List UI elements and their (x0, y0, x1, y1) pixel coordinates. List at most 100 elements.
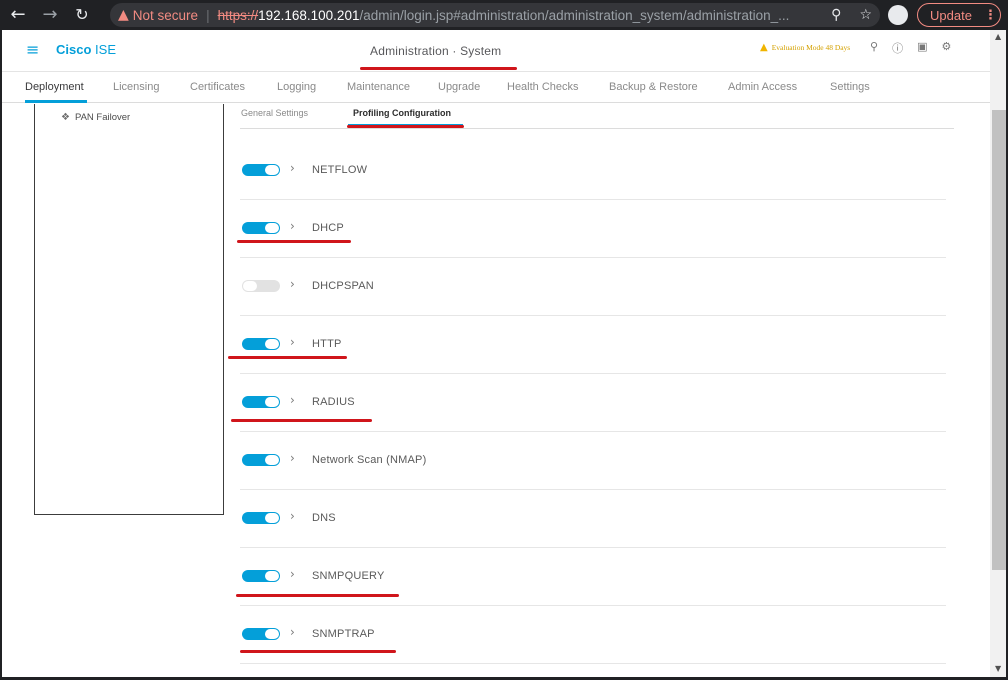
toggle-knob (265, 629, 279, 639)
chevron-right-icon[interactable]: › (290, 567, 295, 581)
probe-label: SNMPTRAP (312, 628, 375, 640)
probe-label: DHCPSPAN (312, 280, 374, 292)
dhcpspan-toggle[interactable] (242, 280, 280, 292)
tab-health-checks[interactable]: Health Checks (507, 81, 579, 93)
chevron-right-icon[interactable]: › (290, 219, 295, 233)
snmpquery-toggle[interactable] (242, 570, 280, 582)
url-scheme: https:// (217, 7, 259, 23)
main-tabs: Deployment Licensing Certificates Loggin… (0, 72, 990, 103)
search-icon[interactable]: ⚲ (870, 40, 878, 56)
chevron-right-icon[interactable]: › (290, 161, 295, 175)
nmap-toggle[interactable] (242, 454, 280, 466)
evaluation-badge[interactable]: ▲ Evaluation Mode 48 Days (760, 42, 850, 53)
subtab-profiling-configuration[interactable]: Profiling Configuration (353, 108, 451, 118)
zoom-icon[interactable]: ⚲ (831, 3, 841, 27)
tab-admin-access[interactable]: Admin Access (728, 81, 797, 93)
brand-cisco: Cisco (56, 42, 92, 57)
chevron-right-icon[interactable]: › (290, 625, 295, 639)
annotation-underline-snmptrap (240, 650, 396, 653)
chevron-right-icon[interactable]: › (290, 277, 295, 291)
brand-product: ISE (95, 42, 116, 57)
tab-logging[interactable]: Logging (277, 81, 316, 93)
help-icon[interactable]: ⓘ (892, 40, 903, 56)
failover-icon: ❖ (61, 112, 70, 123)
tab-deployment[interactable]: Deployment (25, 81, 84, 93)
probe-row-nmap: › Network Scan (NMAP) (240, 432, 946, 490)
brand-logo[interactable]: Cisco ISE (56, 42, 116, 57)
probe-label: DNS (312, 512, 336, 524)
chevron-right-icon[interactable]: › (290, 509, 295, 523)
radius-toggle[interactable] (242, 396, 280, 408)
probe-label: SNMPQUERY (312, 570, 385, 582)
probe-row-http: › HTTP (240, 316, 946, 374)
tab-backup-restore[interactable]: Backup & Restore (609, 81, 698, 93)
probe-row-dns: › DNS (240, 490, 946, 548)
subtab-general-settings[interactable]: General Settings (241, 108, 308, 118)
app-header: ≡ Cisco ISE Administration · System ▲ Ev… (0, 30, 990, 72)
browser-toolbar: ← → ↻ ▲ Not secure | https:// 192.168.10… (0, 0, 1008, 30)
url-host: 192.168.100.201 (258, 7, 360, 23)
dashboard-icon[interactable]: ▣ (917, 40, 927, 56)
window-border-left (0, 30, 2, 680)
probe-row-dhcpspan: › DHCPSPAN (240, 258, 946, 316)
toggle-knob (265, 571, 279, 581)
update-label: Update (930, 7, 972, 23)
tab-settings[interactable]: Settings (830, 81, 870, 93)
annotation-underline-title (360, 67, 517, 70)
probe-row-snmptrap: › SNMPTRAP (240, 606, 946, 664)
tab-upgrade[interactable]: Upgrade (438, 81, 480, 93)
http-toggle[interactable] (242, 338, 280, 350)
toggle-knob (265, 223, 279, 233)
netflow-toggle[interactable] (242, 164, 280, 176)
tree-item-label: PAN Failover (74, 112, 131, 123)
toggle-knob (243, 281, 257, 291)
tab-maintenance[interactable]: Maintenance (347, 81, 410, 93)
probe-label: NETFLOW (312, 164, 368, 176)
hamburger-menu-icon[interactable]: ≡ (26, 40, 39, 59)
back-arrow-icon[interactable]: ← (6, 0, 30, 30)
warning-icon: ▲ (118, 7, 129, 23)
tree-item-pan-failover[interactable]: ❖ PAN Failover (61, 112, 130, 123)
scroll-down-arrow-icon[interactable]: ▼ (995, 664, 1001, 673)
chevron-right-icon[interactable]: › (290, 335, 295, 349)
annotation-underline-http (228, 356, 347, 359)
probe-label: Network Scan (NMAP) (312, 454, 427, 466)
probe-label: RADIUS (312, 396, 355, 408)
address-bar[interactable]: ▲ Not secure | https:// 192.168.100.201 … (110, 3, 880, 27)
tab-licensing[interactable]: Licensing (113, 81, 159, 93)
annotation-underline-dhcp (237, 240, 351, 243)
page-title: Administration · System (370, 44, 502, 58)
scroll-up-arrow-icon[interactable]: ▲ (995, 32, 1001, 41)
annotation-underline-radius (231, 419, 372, 422)
chevron-right-icon[interactable]: › (290, 451, 295, 465)
probe-row-netflow: › NETFLOW (240, 142, 946, 200)
probe-row-radius: › RADIUS (240, 374, 946, 432)
tab-certificates[interactable]: Certificates (190, 81, 245, 93)
url-path: /admin/login.jsp#administration/administ… (359, 7, 790, 23)
profile-avatar-icon[interactable] (888, 5, 908, 25)
dhcp-toggle[interactable] (242, 222, 280, 234)
probe-label: DHCP (312, 222, 344, 234)
dns-toggle[interactable] (242, 512, 280, 524)
deployment-tree-panel: ❖ PAN Failover (34, 104, 224, 515)
update-button[interactable]: Update ⋮ (917, 3, 1001, 27)
subtab-divider (240, 128, 954, 129)
active-tab-indicator (25, 100, 87, 103)
reload-icon[interactable]: ↻ (70, 0, 94, 30)
scrollbar-thumb[interactable] (992, 110, 1006, 570)
probe-label: HTTP (312, 338, 342, 350)
warning-triangle-icon: ▲ (760, 42, 768, 53)
toggle-knob (265, 455, 279, 465)
bookmark-star-icon[interactable]: ☆ (859, 3, 872, 27)
probe-row-snmpquery: › SNMPQUERY (240, 548, 946, 606)
forward-arrow-icon[interactable]: → (38, 0, 62, 30)
not-secure-label: Not secure (132, 7, 199, 23)
evaluation-text: Evaluation Mode 48 Days (771, 43, 851, 52)
chevron-right-icon[interactable]: › (290, 393, 295, 407)
toggle-knob (265, 513, 279, 523)
separator: | (206, 7, 210, 23)
gear-icon[interactable]: ⚙ (941, 40, 951, 56)
snmptrap-toggle[interactable] (242, 628, 280, 640)
annotation-underline-snmpquery (236, 594, 399, 597)
more-menu-icon[interactable]: ⋮ (984, 8, 997, 23)
